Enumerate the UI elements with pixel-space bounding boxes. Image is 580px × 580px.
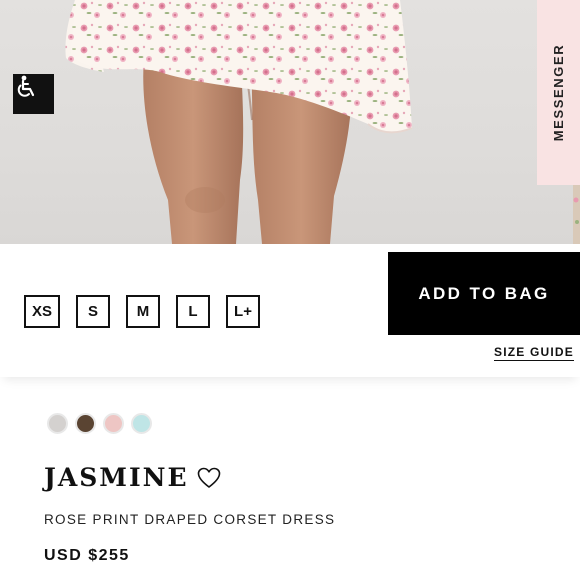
color-swatch-brown[interactable] [75,413,96,434]
product-hero-image: MESSENGER [0,0,580,244]
messenger-label: MESSENGER [551,43,567,142]
size-guide-link[interactable]: SIZE GUIDE [493,345,574,361]
product-subtitle: ROSE PRINT DRAPED CORSET DRESS [44,512,336,527]
purchase-panel: XS S M L L+ ADD TO BAG SIZE GUIDE [0,244,580,377]
product-price: USD $255 [44,547,130,564]
accessibility-wheelchair-icon [17,75,35,97]
color-swatch-pink[interactable] [103,413,124,434]
messenger-tab[interactable]: MESSENGER [537,0,580,185]
size-option-s[interactable]: S [76,295,111,328]
accessibility-button[interactable] [13,74,54,114]
color-swatch-grey[interactable] [47,413,68,434]
size-option-l-plus[interactable]: L+ [226,295,261,328]
heart-outline-icon[interactable] [197,467,221,489]
model-photo [65,0,580,244]
size-option-m[interactable]: M [126,295,161,328]
product-title-row: JASMINE [44,463,221,492]
size-option-xs[interactable]: XS [24,295,61,328]
size-selector: XS S M L L+ [24,295,261,328]
add-to-bag-button[interactable]: ADD TO BAG [388,252,580,335]
color-swatch-mint[interactable] [131,413,152,434]
size-option-l[interactable]: L [176,295,211,328]
product-name: JASMINE [44,463,189,492]
color-swatches [47,413,152,434]
